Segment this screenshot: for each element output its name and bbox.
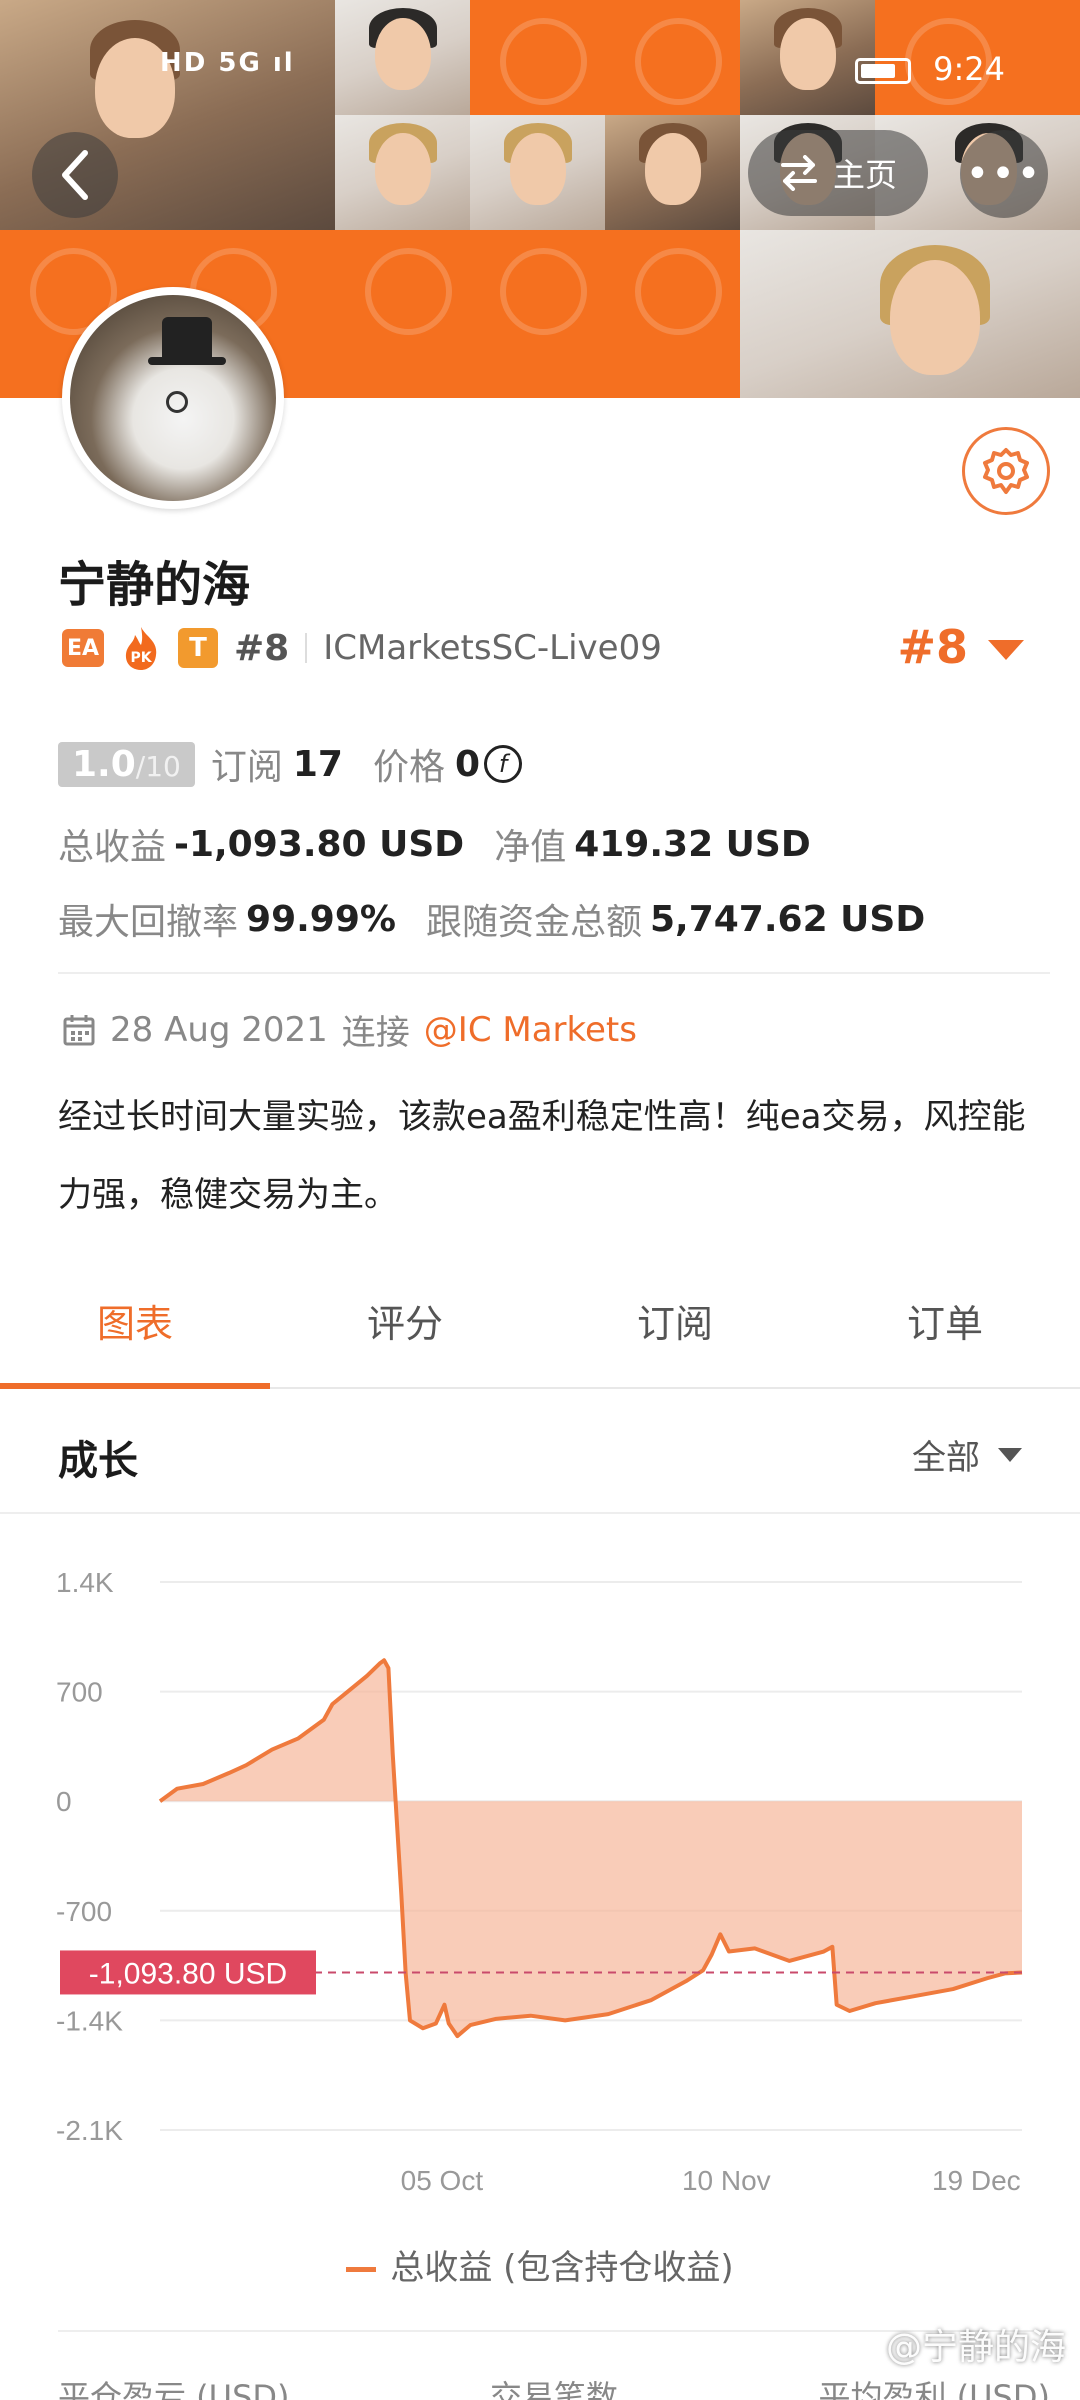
status-bar: HD 5G ıl 9:24 <box>0 38 1080 98</box>
x-tick-label: 10 Nov <box>682 2165 771 2196</box>
avatar[interactable] <box>62 287 284 509</box>
divider <box>305 633 308 663</box>
coin-icon: f <box>484 745 523 783</box>
t-badge-icon: T <box>178 628 218 668</box>
total-profit-label: 总收益 <box>58 827 167 868</box>
pk-flame-icon: PK <box>120 625 162 671</box>
legend-label: 总收益 (包含持仓收益) <box>390 2248 734 2288</box>
calendar-icon <box>63 1014 95 1045</box>
stats-row-1: 1.0/10 订阅 17 价格 0 f <box>58 738 523 790</box>
settings-button[interactable] <box>962 427 1050 515</box>
chevron-left-icon <box>62 150 88 200</box>
svg-text:PK: PK <box>130 650 152 666</box>
divider <box>58 972 1050 974</box>
battery-icon <box>854 58 911 84</box>
banner-tile <box>470 230 605 398</box>
caret-down-icon[interactable] <box>988 640 1024 660</box>
banner-photo <box>335 115 470 230</box>
banner-tile <box>605 230 740 398</box>
period-filter[interactable]: 全部 <box>912 1430 1022 1479</box>
status-icons: HD 5G ıl <box>160 48 295 78</box>
period-filter-label: 全部 <box>912 1438 980 1478</box>
more-options-button[interactable]: ••• <box>960 130 1048 218</box>
gear-icon <box>983 448 1029 494</box>
stats-row-2: 总收益 -1,093.80 USD 净值 419.32 USD <box>58 818 811 870</box>
back-button[interactable] <box>32 132 118 218</box>
y-tick-label: -700 <box>56 1896 112 1927</box>
avg-profit-label: 平均盈利 (USD) <box>818 2378 1050 2400</box>
caret-down-icon <box>998 1447 1022 1462</box>
broker-account: ICMarketsSC-Live09 <box>323 628 662 668</box>
y-tick-label: 1.4K <box>56 1567 114 1598</box>
price-label: 价格 <box>372 747 445 788</box>
growth-chart[interactable]: 1.4K 700 0 -700 -1.4K -2.1K 05 Oct 10 Nov 19 Dec… <box>0 1520 1080 2280</box>
drawdown-label: 最大回撤率 <box>58 902 239 943</box>
connect-date: 28 Aug 2021 <box>110 1009 328 1050</box>
connect-row: 28 Aug 2021 连接 @IC Markets <box>62 1005 637 1054</box>
banner-tile <box>335 230 470 398</box>
more-icon: ••• <box>965 151 1043 197</box>
banner-photo <box>740 230 1080 398</box>
banner-photo <box>470 115 605 230</box>
ea-badge-icon: EA <box>62 629 104 667</box>
username: 宁静的海 <box>58 557 251 613</box>
follow-label: 跟随资金总额 <box>425 902 642 943</box>
rank-small: #8 <box>234 627 290 669</box>
growth-section-header: 成长 全部 <box>0 1392 1080 1514</box>
trade-count-label: 交易笔数 <box>489 2378 618 2400</box>
tab-rating[interactable]: 评分 <box>270 1265 540 1387</box>
legend-swatch <box>346 2267 377 2272</box>
tab-chart[interactable]: 图表 <box>0 1265 270 1389</box>
tab-orders[interactable]: 订单 <box>810 1265 1080 1387</box>
section-title: 成长 <box>58 1438 138 1484</box>
stats-row-3: 最大回撤率 99.99% 跟随资金总额 5,747.62 USD <box>58 893 925 945</box>
score-value: 1.0 <box>72 743 136 785</box>
subscribe-count: 17 <box>292 743 343 785</box>
rank-dropdown[interactable]: #8 <box>897 620 968 674</box>
y-tick-label: -1.4K <box>56 2005 123 2036</box>
watermark: @宁静的海 <box>885 2327 1066 2368</box>
y-tick-label: 0 <box>56 1786 72 1817</box>
y-tick-label: 700 <box>56 1677 103 1708</box>
total-profit-value: -1,093.80 USD <box>174 823 465 865</box>
tab-bar: 图表 评分 订阅 订单 <box>0 1265 1080 1389</box>
status-time: 9:24 <box>933 50 1005 88</box>
tab-subscribe[interactable]: 订阅 <box>540 1265 810 1387</box>
home-button-label: 主页 <box>832 156 897 194</box>
connect-label: 连接 <box>341 1013 410 1053</box>
badges-row: EA PK T #8 ICMarketsSC-Live09 <box>62 620 662 676</box>
x-tick-label: 19 Dec <box>932 2165 1021 2196</box>
equity-value: 419.32 USD <box>574 823 811 865</box>
y-tick-label: -2.1K <box>56 2115 123 2146</box>
strategy-description: 经过长时间大量实验，该款ea盈利稳定性高！纯ea交易，风控能力强，稳健交易为主。 <box>58 1097 1026 1215</box>
score-max: /10 <box>135 749 181 783</box>
x-tick-label: 05 Oct <box>401 2165 484 2196</box>
current-value-label: -1,093.80 USD <box>89 1957 287 1990</box>
price-value: 0 <box>454 743 481 785</box>
broker-link[interactable]: @IC Markets <box>424 1010 637 1050</box>
home-button[interactable]: 主页 <box>748 130 928 216</box>
closed-pnl-label: 平仓盈亏 (USD) <box>58 2378 290 2400</box>
bottom-stats-row: 平仓盈亏 (USD) 交易笔数 平均盈利 (USD) <box>58 2372 1050 2400</box>
swap-icon <box>780 155 817 191</box>
subscribe-label: 订阅 <box>210 747 283 788</box>
equity-label: 净值 <box>494 827 567 868</box>
chart-legend: 总收益 (包含持仓收益) <box>0 2240 1080 2289</box>
score-box: 1.0/10 <box>58 741 195 787</box>
banner-photo <box>605 115 740 230</box>
drawdown-value: 99.99% <box>246 898 396 940</box>
follow-value: 5,747.62 USD <box>649 898 926 940</box>
